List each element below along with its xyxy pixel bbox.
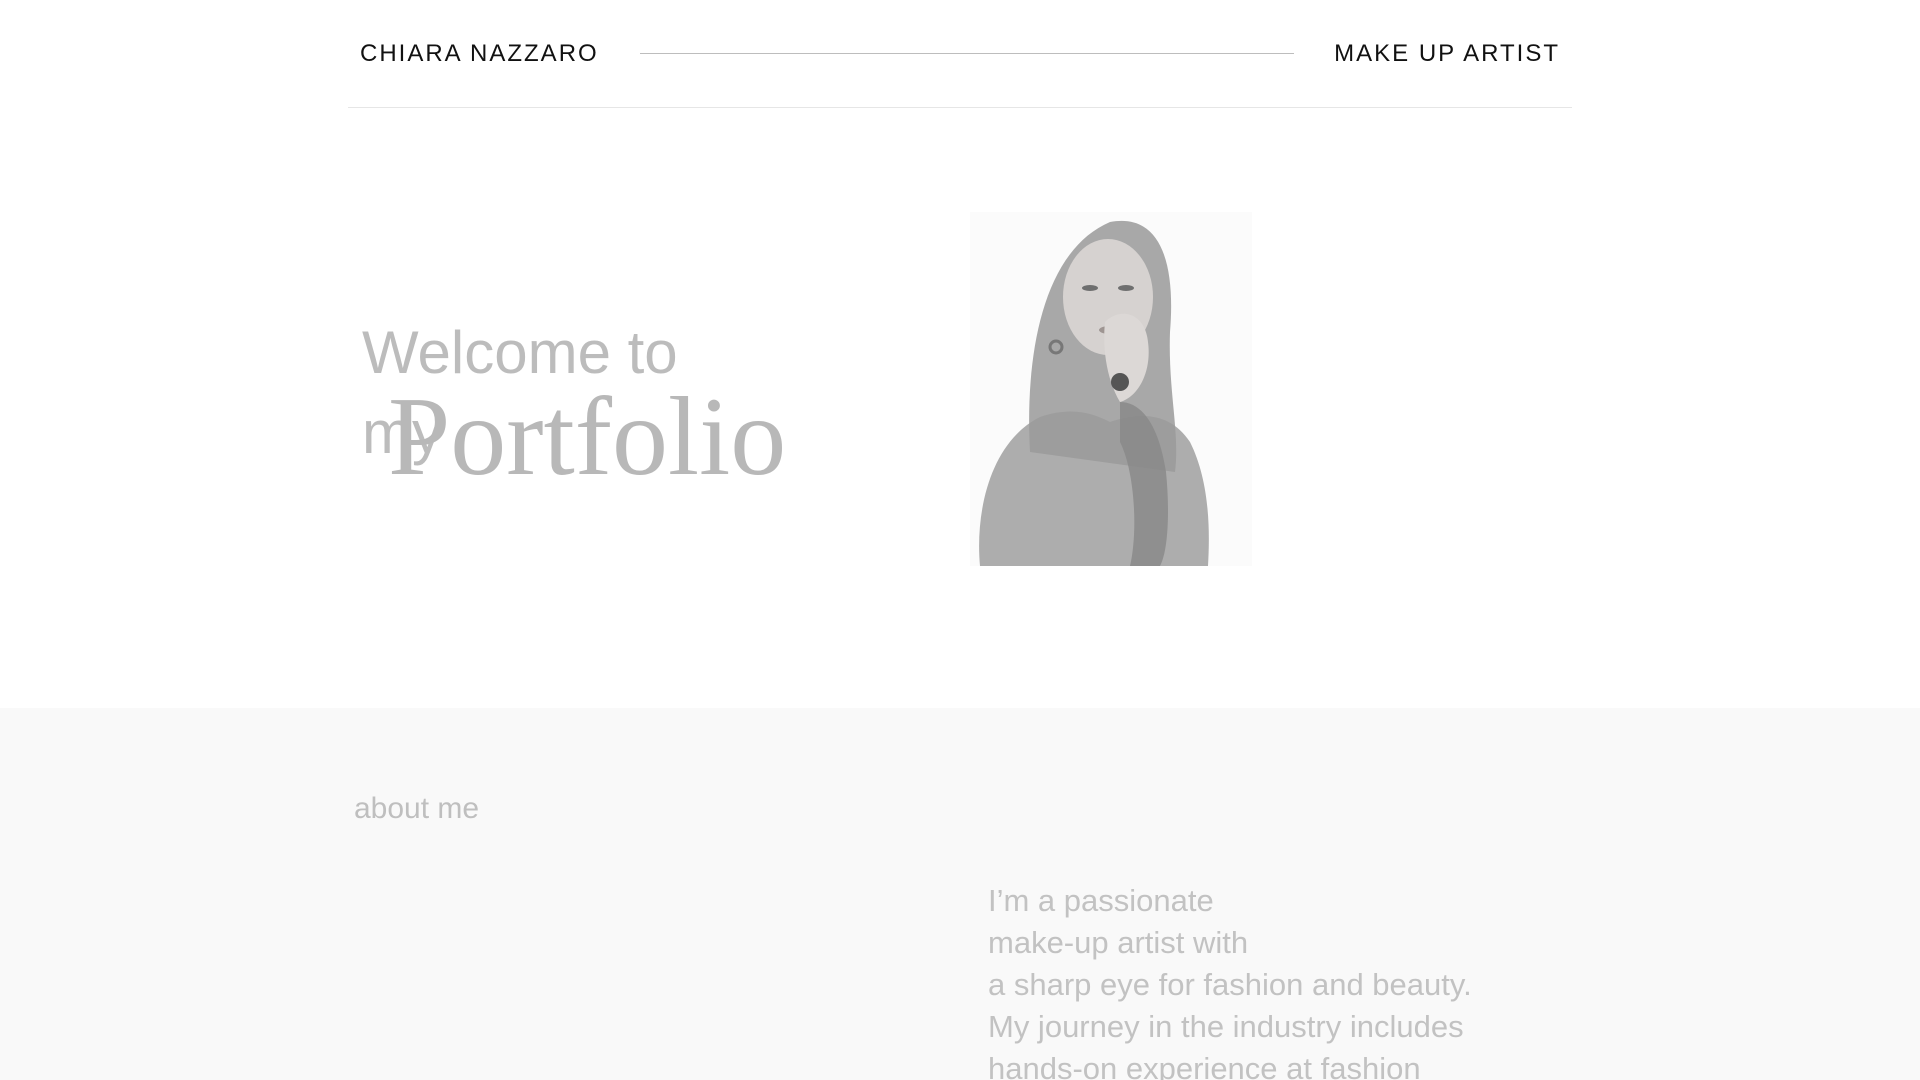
portrait-illustration: [970, 212, 1252, 566]
about-heading: about me: [354, 792, 480, 825]
artist-role: MAKE UP ARTIST: [1334, 40, 1560, 67]
bio-line: a sharp eye for fashion and beauty.: [988, 967, 1472, 1002]
bio-line: make-up artist with: [988, 925, 1249, 960]
site-header: CHIARA NAZZARO MAKE UP ARTIST: [348, 0, 1572, 108]
portrait-photo: [970, 212, 1252, 566]
page: CHIARA NAZZARO MAKE UP ARTIST Welcome to…: [0, 0, 1920, 1080]
bio-line: hands-on experience at fashion: [988, 1051, 1421, 1080]
artist-name[interactable]: CHIARA NAZZARO: [360, 40, 599, 68]
bio-line: My journey in the industry includes: [988, 1009, 1464, 1044]
about-bio: I’m a passionate make-up artist with a s…: [988, 880, 1472, 1080]
header-divider-line: [640, 53, 1294, 54]
about-section: about me I’m a passionate make-up artist…: [0, 708, 1920, 1080]
hero-portfolio-title: Portfolio: [388, 375, 787, 499]
bio-line: I’m a passionate: [988, 883, 1214, 918]
